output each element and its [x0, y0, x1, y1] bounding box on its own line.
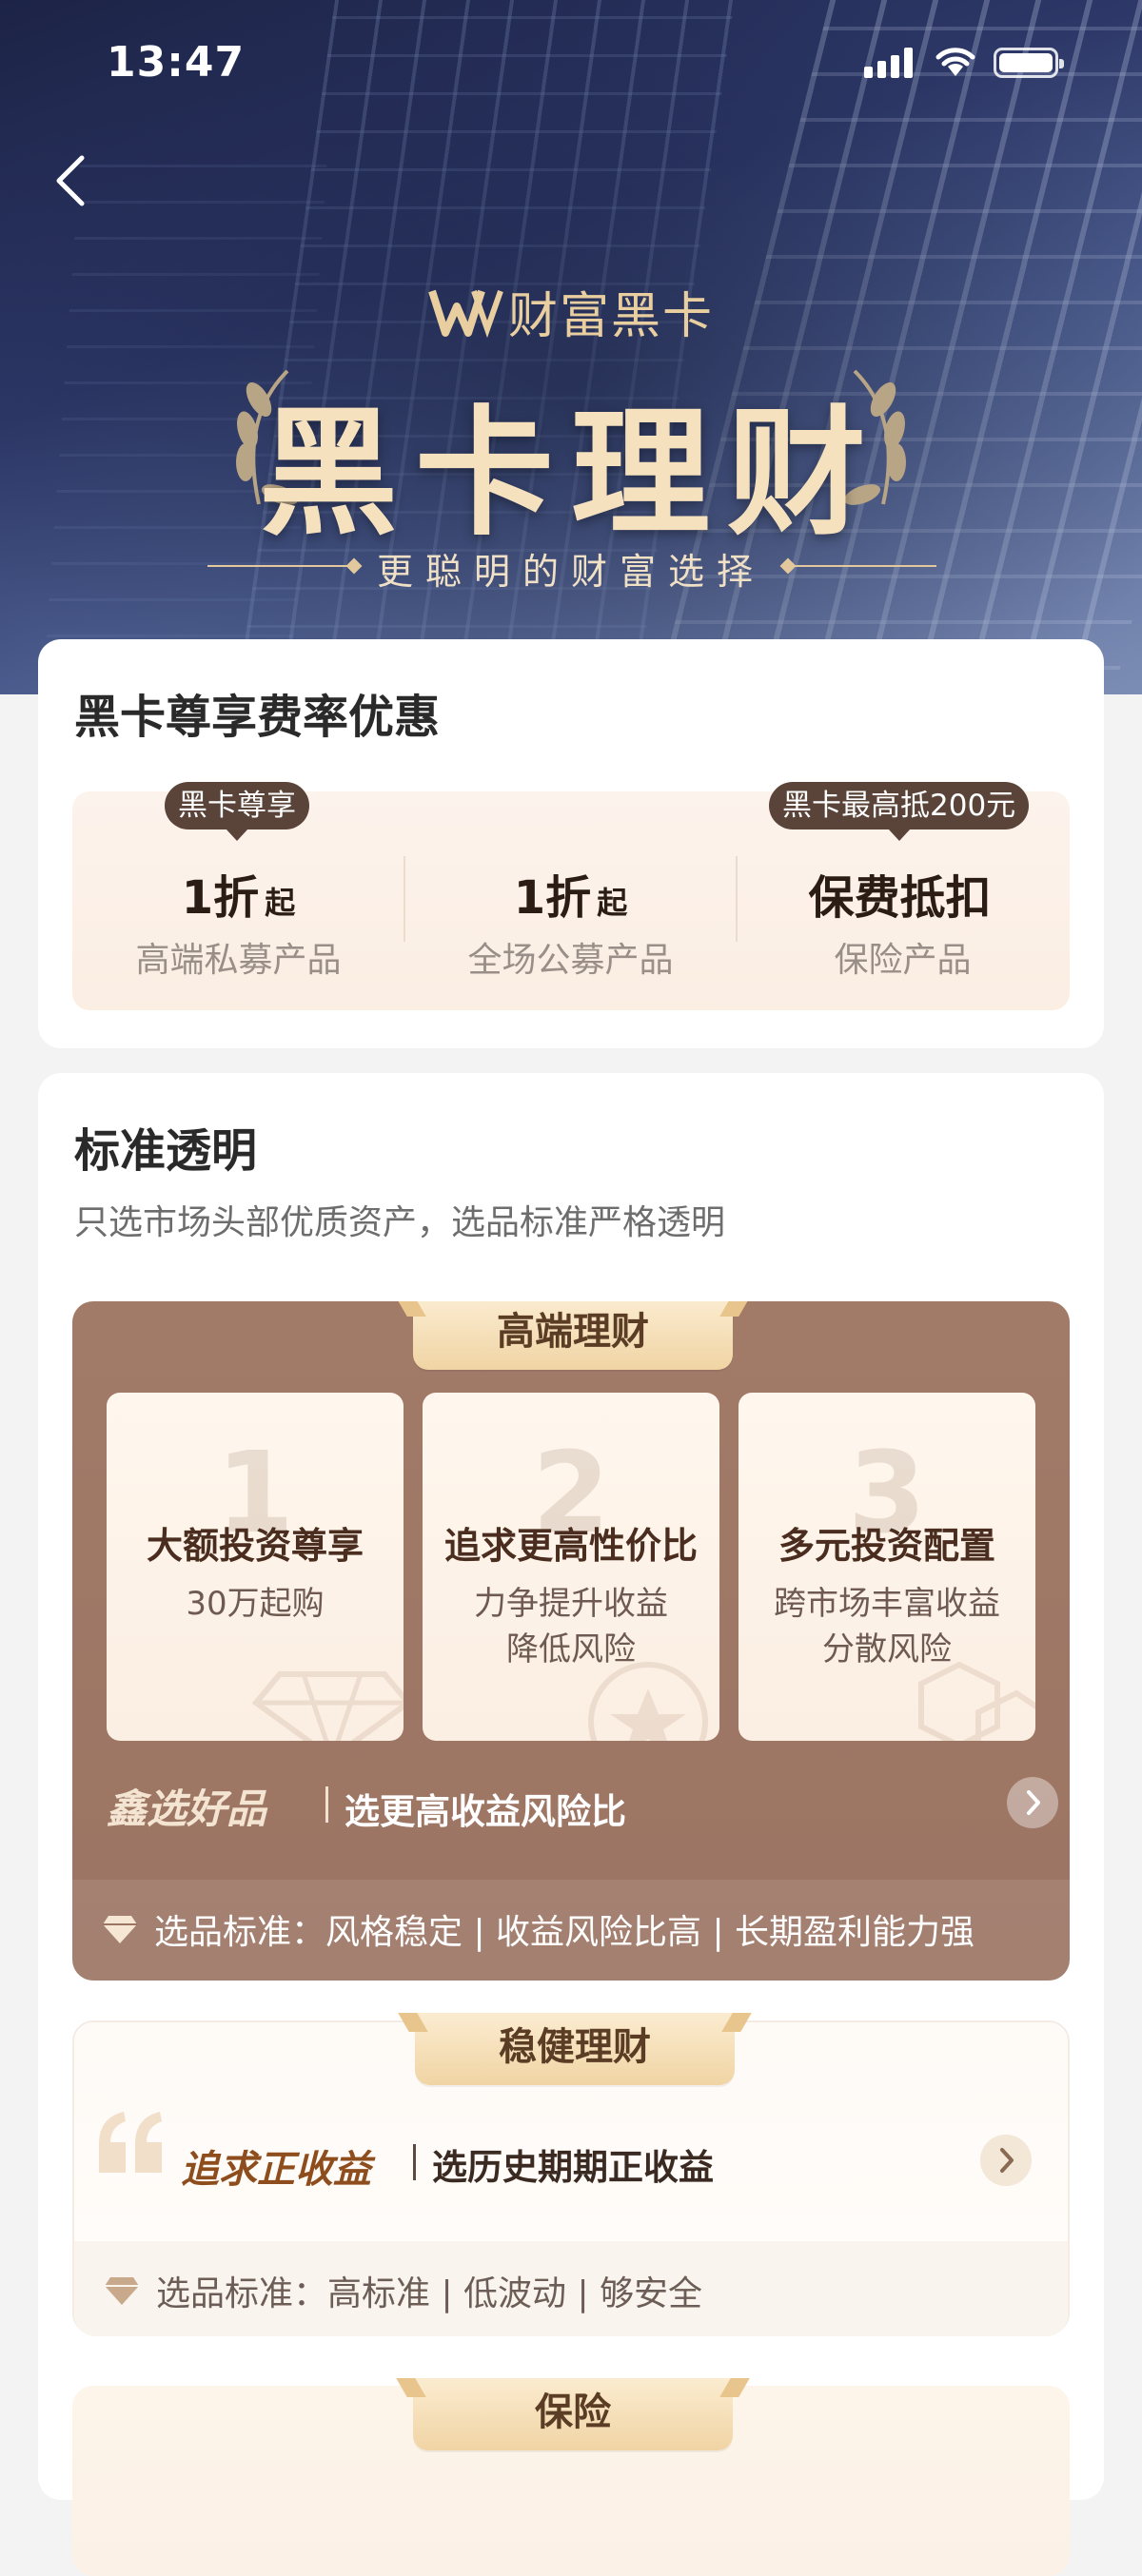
insurance-panel: 保险 [72, 2378, 1070, 2576]
discount-item[interactable]: 1折起 全场公募产品 [404, 791, 737, 1010]
vip-badge: 黑卡尊享 [165, 782, 309, 841]
chevron-right-icon[interactable] [1007, 1777, 1058, 1828]
criteria-text: 选品标准：风格稳定 | 收益风险比高 | 长期盈利能力强 [154, 1913, 975, 1952]
diamond-icon [105, 2277, 139, 2305]
feature-title: 多元投资配置 [778, 1525, 995, 1567]
premium-select-row[interactable]: 鑫选好品 选更高收益风险比 [107, 1777, 1058, 1834]
xinxuan-brand: 鑫选好品 [107, 1786, 267, 1832]
discount-label: 保险产品 [834, 941, 972, 980]
hero-title: 黑卡理财 [259, 393, 883, 555]
feature-card: 3 多元投资配置 跨市场丰富收益 分散风险 [738, 1393, 1035, 1741]
premium-wealth-panel: 高端理财 1 大额投资尊享 30万起购 2 追求更高性价比 力争提升收益 降低风… [72, 1301, 1070, 1981]
hero-tagline: 更聪明的财富选择 [376, 551, 765, 593]
discount-value: 1折起 [181, 871, 296, 925]
wifi-icon [935, 48, 975, 76]
chevron-right-icon[interactable] [980, 2135, 1032, 2186]
feature-card: 2 追求更高性价比 力争提升收益 降低风险 [423, 1393, 719, 1741]
premium-criteria: 选品标准：风格稳定 | 收益风险比高 | 长期盈利能力强 [72, 1880, 1070, 1981]
discount-value: 保费抵扣 [808, 871, 992, 925]
stable-tab: 稳健理财 [415, 2013, 735, 2085]
battery-icon [994, 48, 1064, 78]
discount-label: 高端私募产品 [135, 941, 342, 980]
discount-card: 黑卡尊享费率优惠 1折起 高端私募产品 1折起 全场公募产品 保费抵扣 保险产品… [38, 639, 1104, 1048]
signal-icon [864, 48, 917, 78]
discount-title: 黑卡尊享费率优惠 [74, 691, 441, 744]
feature-title: 大额投资尊享 [146, 1525, 364, 1567]
standards-title: 标准透明 [74, 1124, 258, 1178]
feature-card: 1 大额投资尊享 30万起购 [107, 1393, 404, 1741]
wealth-logo-icon [428, 289, 503, 338]
divider [413, 2144, 416, 2180]
quote-icon [99, 2112, 162, 2173]
brand-logo: 财富黑卡 [0, 276, 1142, 347]
positive-return-brand: 追求正收益 [181, 2148, 371, 2192]
feature-title: 追求更高性价比 [443, 1525, 698, 1567]
back-arrow-icon[interactable] [42, 143, 103, 219]
stable-criteria: 选品标准：高标准 | 低波动 | 够安全 [74, 2241, 1068, 2336]
status-time: 13:47 [107, 38, 246, 87]
standards-card: 标准透明 只选市场头部优质资产，选品标准严格透明 高端理财 1 大额投资尊享 3… [38, 1073, 1104, 2576]
premium-select-text: 选更高收益风险比 [345, 1791, 626, 1832]
divider [325, 1786, 328, 1823]
stable-select-text: 选历史期期正收益 [432, 2147, 714, 2188]
max-deduction-badge: 黑卡最高抵200元 [769, 782, 1030, 841]
diamond-icon [251, 1671, 404, 1741]
criteria-text: 选品标准：高标准 | 低波动 | 够安全 [156, 2274, 703, 2313]
stable-wealth-panel: 稳健理财 追求正收益 选历史期期正收益 选品标准：高标准 | 低波动 | 够安全 [72, 2013, 1070, 2336]
standards-subtitle: 只选市场头部优质资产，选品标准严格透明 [74, 1203, 726, 1242]
tagline-row: 更聪明的财富选择 [0, 538, 1142, 595]
diamond-icon [103, 1916, 137, 1943]
discount-label: 全场公募产品 [467, 941, 674, 980]
star-medal-icon [588, 1662, 708, 1741]
discount-value: 1折起 [513, 871, 628, 925]
insurance-tab: 保险 [413, 2378, 733, 2450]
status-bar: 13:47 [0, 0, 1142, 124]
feature-desc: 30万起购 [186, 1585, 325, 1623]
brand-name: 财富黑卡 [507, 288, 714, 345]
cubes-icon [918, 1661, 1035, 1741]
premium-tab: 高端理财 [413, 1301, 733, 1370]
